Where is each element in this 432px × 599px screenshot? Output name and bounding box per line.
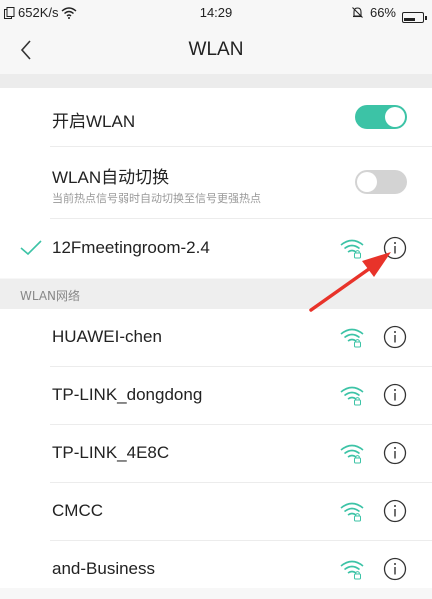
auto-switch-label: WLAN自动切换: [52, 168, 170, 187]
info-circle-icon[interactable]: [383, 499, 407, 523]
checkmark-icon: [20, 240, 42, 256]
network-row[interactable]: HUAWEI-chen: [0, 309, 432, 367]
info-circle-icon[interactable]: [383, 383, 407, 407]
network-ssid: TP-LINK_dongdong: [52, 385, 203, 404]
wifi-lock-icon: [340, 239, 364, 259]
wlan-toggle-switch[interactable]: [355, 105, 407, 129]
network-ssid: HUAWEI-chen: [52, 327, 162, 346]
wifi-lock-icon: [340, 386, 364, 406]
wifi-lock-icon: [340, 502, 364, 522]
settings-panel: 开启WLAN WLAN自动切换 当前热点信号弱时自动切换至信号更强热点 12Fm…: [0, 88, 432, 278]
network-ssid: CMCC: [52, 501, 103, 520]
auto-switch-toggle[interactable]: [355, 170, 407, 194]
network-ssid: and-Business: [52, 559, 156, 578]
network-ssid: TP-LINK_4E8C: [52, 443, 170, 462]
alarm-off-icon: [352, 7, 363, 18]
info-circle-icon[interactable]: [383, 441, 407, 465]
network-row[interactable]: CMCC: [0, 483, 432, 541]
connected-network-row[interactable]: 12Fmeetingroom-2.4: [0, 219, 432, 278]
info-circle-icon[interactable]: [383, 557, 407, 581]
info-circle-icon[interactable]: [383, 236, 407, 260]
wifi-lock-icon: [340, 444, 364, 464]
wifi-lock-icon: [340, 328, 364, 348]
status-bar: 652K/s 14:29 66%: [0, 0, 432, 28]
battery-percent: 66%: [369, 5, 396, 20]
network-row[interactable]: TP-LINK_4E8C: [0, 425, 432, 483]
connected-network-ssid: 12Fmeetingroom-2.4: [52, 238, 210, 257]
page-title: WLAN: [188, 39, 244, 60]
toggle-knob: [357, 172, 377, 192]
separator: [0, 74, 432, 88]
network-row[interactable]: TP-LINK_dongdong: [0, 367, 432, 425]
auto-switch-sublabel: 当前热点信号弱时自动切换至信号更强热点: [52, 192, 261, 205]
section-header: WLAN网络: [0, 279, 432, 309]
wlan-toggle-row[interactable]: 开启WLAN: [0, 88, 432, 146]
info-circle-icon[interactable]: [383, 325, 407, 349]
wifi-lock-icon: [340, 560, 364, 580]
wlan-toggle-label: 开启WLAN: [52, 112, 136, 131]
auto-switch-row[interactable]: WLAN自动切换 当前热点信号弱时自动切换至信号更强热点: [0, 147, 432, 217]
title-bar: WLAN: [0, 28, 432, 74]
network-list: HUAWEI-chen TP-LINK_dongdong TP-LINK_4E8C C…: [0, 309, 432, 588]
battery-icon: [402, 12, 427, 23]
toggle-knob: [385, 107, 405, 127]
section-header-label: WLAN网络: [20, 289, 81, 303]
battery-level: [404, 18, 415, 21]
network-row[interactable]: and-Business: [0, 541, 432, 599]
